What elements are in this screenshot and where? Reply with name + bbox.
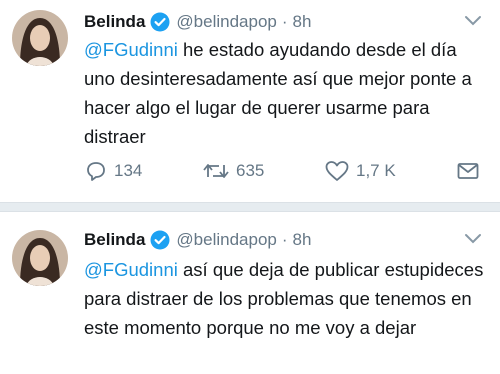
- tweet-2[interactable]: Belinda @belindapop · 8h @FGudinni así q…: [0, 212, 500, 374]
- verified-badge-icon: [150, 12, 170, 32]
- chevron-down-icon[interactable]: [464, 14, 482, 28]
- tweet-header: Belinda @belindapop · 8h: [84, 228, 311, 252]
- like-button[interactable]: 1,7 K: [324, 159, 396, 183]
- separator-dot: ·: [281, 230, 288, 249]
- reply-count: 134: [114, 161, 143, 180]
- retweet-count: 635: [236, 161, 265, 180]
- verified-badge-icon: [150, 230, 170, 250]
- timestamp[interactable]: 8h: [293, 230, 312, 250]
- tweet-actions: 134 635 1,7 K: [84, 159, 484, 185]
- mention-link[interactable]: @FGudinni: [84, 259, 178, 280]
- author-name[interactable]: Belinda: [84, 12, 145, 32]
- tweet-header: Belinda @belindapop · 8h: [84, 10, 311, 34]
- tweet-text: @FGudinni he estado ayudando desde el dí…: [84, 35, 484, 151]
- envelope-icon: [457, 163, 479, 179]
- author-handle[interactable]: @belindapop: [176, 12, 276, 32]
- tweet-1[interactable]: Belinda @belindapop · 8h @FGudinni he es…: [0, 0, 500, 200]
- avatar[interactable]: [12, 10, 68, 66]
- tweet-text: @FGudinni así que deja de publicar estup…: [84, 255, 484, 342]
- reply-button[interactable]: 134: [84, 159, 142, 183]
- tweet-divider: [0, 202, 500, 212]
- like-count: 1,7 K: [356, 161, 396, 180]
- heart-icon: [325, 161, 349, 181]
- retweet-icon: [203, 164, 229, 178]
- timestamp[interactable]: 8h: [293, 12, 312, 32]
- dm-button[interactable]: [456, 159, 486, 183]
- author-handle[interactable]: @belindapop: [176, 230, 276, 250]
- reply-icon: [87, 162, 105, 181]
- mention-link[interactable]: @FGudinni: [84, 39, 178, 60]
- avatar[interactable]: [12, 230, 68, 286]
- chevron-down-icon[interactable]: [464, 232, 482, 246]
- retweet-button[interactable]: 635: [202, 159, 264, 183]
- separator-dot: ·: [281, 12, 288, 31]
- author-name[interactable]: Belinda: [84, 230, 145, 250]
